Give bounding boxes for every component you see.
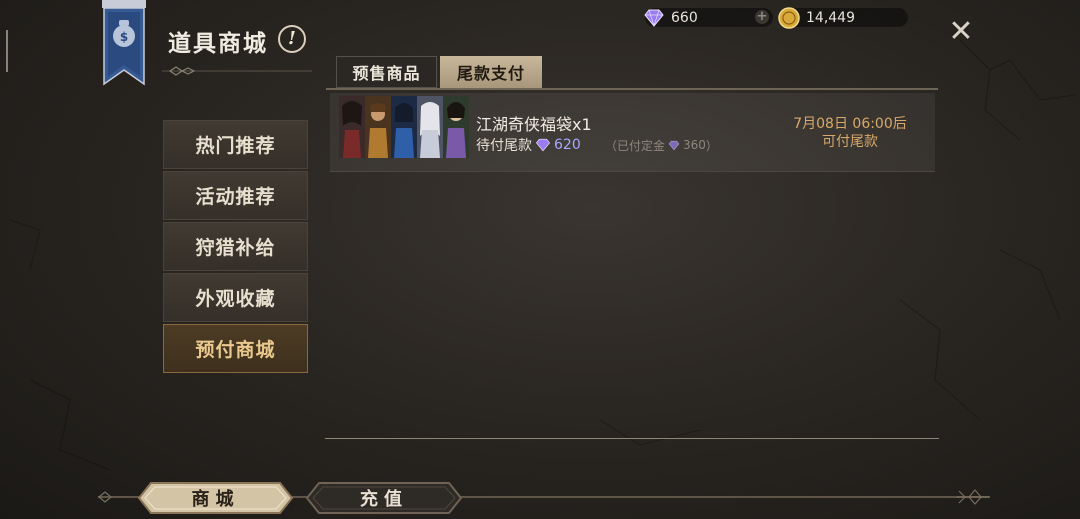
deposit-paid-close: ） <box>705 138 718 153</box>
shop-banner-icon: $ <box>102 0 146 86</box>
nav-item-events[interactable]: 活动推荐 <box>163 171 308 220</box>
page-title: 道具商城 <box>168 30 268 57</box>
info-icon[interactable]: ! <box>278 25 306 53</box>
pending-payment: 待付尾款 620 <box>476 136 581 154</box>
deposit-paid-amount: 360 <box>683 138 706 152</box>
gold-balance: 14,449 <box>778 6 908 29</box>
shop-button[interactable]: 商城 <box>137 481 294 515</box>
content-bottom-divider <box>325 438 939 439</box>
recharge-button-label: 充值 <box>360 489 408 510</box>
hero-portrait-1 <box>339 96 365 158</box>
category-nav: 热门推荐 活动推荐 狩猎补给 外观收藏 预付商城 <box>163 120 308 375</box>
close-button[interactable]: ✕ <box>947 17 975 47</box>
gem-count: 660 <box>671 9 698 26</box>
hero-portrait-5 <box>443 96 469 158</box>
diamond-icon <box>535 138 551 152</box>
deposit-paid: （已付定金 360 ） <box>605 136 718 154</box>
title-divider-ornament <box>162 66 312 76</box>
recharge-button[interactable]: 充值 <box>305 481 463 515</box>
hero-portrait-3 <box>391 96 417 158</box>
payment-time-line2: 可付尾款 <box>822 134 878 150</box>
hero-portrait-2 <box>365 96 391 158</box>
shop-screen: $ 道具商城 ! 660 + 14,449 ✕ 热门推荐 活动推荐 狩猎补给 外… <box>0 0 1080 519</box>
rail-ornament-left <box>98 491 112 503</box>
hero-portrait-4 <box>417 96 443 158</box>
pending-payment-amount: 620 <box>554 137 581 153</box>
product-name: 江湖奇侠福袋x1 <box>476 115 592 134</box>
pending-payment-label: 待付尾款 <box>476 138 532 154</box>
diamond-icon <box>644 9 664 27</box>
gold-coin-icon <box>778 6 800 29</box>
nav-item-hunting-supplies[interactable]: 狩猎补给 <box>163 222 308 271</box>
shop-button-label: 商城 <box>191 489 240 510</box>
product-row[interactable]: 江湖奇侠福袋x1 待付尾款 620 （已付定金 360 ） 7月08日 06:0… <box>330 93 935 172</box>
payment-available-time: 7月08日 06:00后 可付尾款 <box>785 115 915 151</box>
svg-text:$: $ <box>120 30 128 44</box>
gem-balance: 660 + <box>644 8 773 27</box>
product-thumbnail <box>339 96 469 158</box>
add-gems-button[interactable]: + <box>755 10 769 24</box>
edge-bar <box>6 30 8 72</box>
payment-time-line1: 7月08日 06:00后 <box>793 116 907 132</box>
tab-final-payment[interactable]: 尾款支付 <box>440 56 542 88</box>
nav-item-prepaid-shop[interactable]: 预付商城 <box>163 324 308 373</box>
diamond-icon <box>668 140 680 150</box>
rail-ornament-right <box>957 489 989 505</box>
nav-item-hot[interactable]: 热门推荐 <box>163 120 308 169</box>
gold-count: 14,449 <box>806 9 855 26</box>
tab-presale[interactable]: 预售商品 <box>336 56 437 88</box>
deposit-paid-label: （已付定金 <box>605 138 666 153</box>
nav-item-appearance[interactable]: 外观收藏 <box>163 273 308 322</box>
tab-underline <box>326 88 938 90</box>
